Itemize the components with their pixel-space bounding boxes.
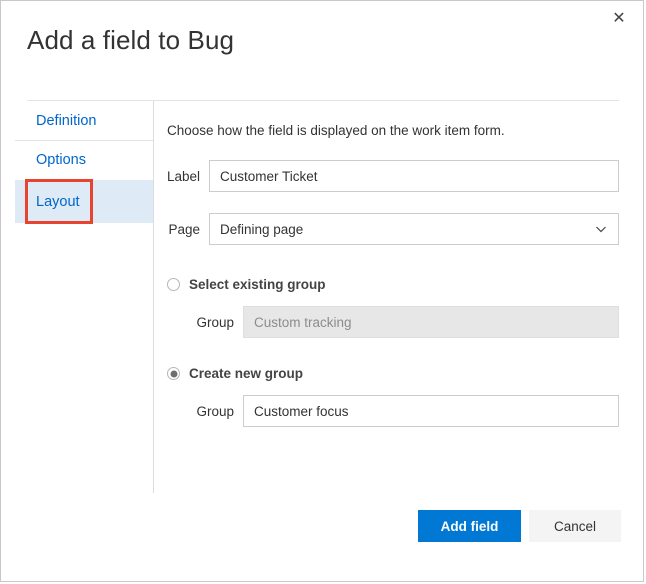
sidebar-item-label: Options — [36, 152, 86, 168]
label-field-label: Label — [167, 168, 201, 184]
create-new-group-radio[interactable]: Create new group — [167, 366, 619, 381]
dialog-title: Add a field to Bug — [27, 25, 235, 55]
existing-group-field-row: Group Custom tracking — [167, 306, 619, 338]
radio-icon-selected — [167, 367, 180, 380]
sidebar-divider — [153, 101, 154, 493]
form-description: Choose how the field is displayed on the… — [167, 123, 505, 138]
page-field-label: Page — [168, 221, 200, 237]
sidebar-item-options[interactable]: Options — [15, 140, 153, 179]
add-field-dialog: ✕ Add a field to Bug Definition Options … — [0, 0, 644, 582]
page-select[interactable]: Defining page — [209, 213, 619, 245]
existing-group-select[interactable]: Custom tracking — [243, 306, 619, 338]
dialog-footer: Add field Cancel — [1, 491, 643, 581]
create-new-group-label: Create new group — [189, 366, 304, 381]
label-input-value: Customer Ticket — [220, 168, 318, 184]
chevron-down-icon — [596, 226, 606, 233]
sidebar: Definition Options Layout — [15, 101, 153, 223]
existing-group-value: Custom tracking — [254, 314, 352, 330]
existing-group-label: Group — [196, 314, 234, 330]
cancel-button[interactable]: Cancel — [529, 510, 621, 542]
radio-icon — [167, 278, 180, 291]
add-field-button[interactable]: Add field — [418, 510, 521, 542]
select-existing-group-label: Select existing group — [189, 277, 326, 292]
label-field-row: Label Customer Ticket — [167, 160, 619, 192]
label-input[interactable]: Customer Ticket — [209, 160, 619, 192]
new-group-field-row: Group Customer focus — [167, 395, 619, 427]
sidebar-item-layout[interactable]: Layout — [15, 179, 153, 223]
close-icon[interactable]: ✕ — [605, 6, 633, 32]
page-field-row: Page Defining page — [167, 213, 619, 245]
sidebar-item-label: Layout — [36, 193, 80, 210]
layout-form: Choose how the field is displayed on the… — [167, 123, 619, 448]
new-group-value: Customer focus — [254, 403, 349, 419]
new-group-input[interactable]: Customer focus — [243, 395, 619, 427]
page-select-value: Defining page — [220, 221, 304, 237]
select-existing-group-radio[interactable]: Select existing group — [167, 277, 619, 292]
new-group-label: Group — [196, 403, 234, 419]
sidebar-item-definition[interactable]: Definition — [15, 101, 153, 140]
sidebar-item-label: Definition — [36, 112, 97, 129]
